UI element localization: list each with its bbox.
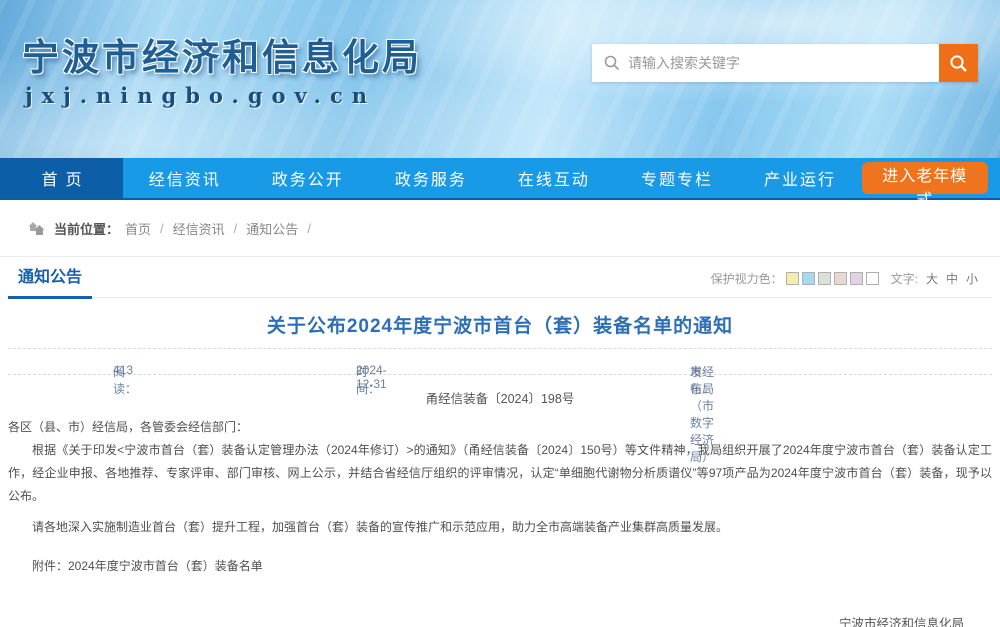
section-tabbar: 通知公告 保护视力色： 文字: 大 中 小 xyxy=(8,257,992,298)
eye-color-swatch-white[interactable] xyxy=(866,272,879,285)
view-tools: 保护视力色： 文字: 大 中 小 xyxy=(711,270,992,297)
font-size-label: 文字: xyxy=(891,270,918,287)
font-size-large[interactable]: 大 xyxy=(926,270,938,287)
paragraph-1: 根据《关于印发<宁波市首台（套）装备认定管理办法（2024年修订）>的通知》（甬… xyxy=(8,439,992,508)
salutation: 各区（县、市）经信局，各管委会经信部门： xyxy=(8,416,992,439)
article: 关于公布2024年度宁波市首台（套）装备名单的通知 阅读：413 时间：2024… xyxy=(0,311,1000,627)
meta-time-value: 2024-12-31 xyxy=(356,363,387,391)
nav-item-online-interaction[interactable]: 在线互动 xyxy=(492,158,615,198)
article-title: 关于公布2024年度宁波市首台（套）装备名单的通知 xyxy=(8,311,992,338)
elder-mode-button[interactable]: 进入老年模式 xyxy=(862,162,988,194)
nav-item-jingxin-news[interactable]: 经信资讯 xyxy=(123,158,246,198)
site-header: 宁波市经济和信息化局 jxj.ningbo.gov.cn xyxy=(0,0,1000,158)
meta-publisher-value: 市经信局（市数字经济局） xyxy=(690,363,714,465)
location-home-icon xyxy=(28,221,45,236)
search-icon xyxy=(604,55,620,71)
eye-color-swatch-yellow[interactable] xyxy=(786,272,799,285)
breadcrumb-separator: / xyxy=(234,221,238,236)
meta-read-value: 413 xyxy=(113,363,133,377)
signature-org: 宁波市经济和信息化局 xyxy=(8,612,964,627)
search-input-wrap xyxy=(592,44,939,82)
breadcrumb-separator: / xyxy=(160,221,164,236)
breadcrumb-home[interactable]: 首页 xyxy=(125,219,151,238)
search-button-icon xyxy=(949,54,968,73)
font-size-medium[interactable]: 中 xyxy=(946,270,958,287)
paragraph-2: 请各地深入实施制造业首台（套）提升工程，加强首台（套）装备的宣传推广和示范应用，… xyxy=(8,516,992,539)
article-meta-row: 阅读：413 时间：2024-12-31 发布：市经信局（市数字经济局） xyxy=(8,348,992,375)
eye-protect-label: 保护视力色： xyxy=(711,270,783,287)
article-body: 各区（县、市）经信局，各管委会经信部门： 根据《关于印发<宁波市首台（套）装备认… xyxy=(8,416,992,539)
site-title: 宁波市经济和信息化局 xyxy=(22,27,422,81)
signature-block: 宁波市经济和信息化局 2024年12月31日 xyxy=(8,612,992,627)
eye-color-swatch-purple[interactable] xyxy=(850,272,863,285)
nav-item-gov-services[interactable]: 政务服务 xyxy=(369,158,492,198)
search-button[interactable] xyxy=(939,44,978,82)
search-input[interactable] xyxy=(592,44,939,82)
eye-color-swatch-blue[interactable] xyxy=(802,272,815,285)
nav-item-gov-affairs-open[interactable]: 政务公开 xyxy=(246,158,369,198)
nav-item-special-topics[interactable]: 专题专栏 xyxy=(615,158,738,198)
main-nav: 首页 经信资讯 政务公开 政务服务 在线互动 专题专栏 产业运行 进入老年模式 xyxy=(0,158,1000,200)
breadcrumb-notice[interactable]: 通知公告 xyxy=(246,219,298,238)
doc-number: 甬经信装备〔2024〕198号 xyxy=(8,388,992,407)
search-bar xyxy=(592,44,978,82)
eye-color-swatch-gray[interactable] xyxy=(818,272,831,285)
font-size-small[interactable]: 小 xyxy=(966,270,978,287)
attachment-link[interactable]: 附件：2024年度宁波市首台（套）装备名单 xyxy=(8,557,992,574)
breadcrumb: 当前位置： 首页 / 经信资讯 / 通知公告 / xyxy=(0,200,1000,257)
page: 宁波市经济和信息化局 jxj.ningbo.gov.cn 首页 经信资讯 政务公… xyxy=(0,0,1000,627)
nav-item-home[interactable]: 首页 xyxy=(0,158,123,198)
nav-item-industry-operation[interactable]: 产业运行 xyxy=(739,158,862,198)
breadcrumb-jingxin-news[interactable]: 经信资讯 xyxy=(173,219,225,238)
breadcrumb-separator: / xyxy=(307,221,311,236)
breadcrumb-prefix: 当前位置： xyxy=(54,219,119,238)
eye-color-swatch-pink[interactable] xyxy=(834,272,847,285)
site-url: jxj.ningbo.gov.cn xyxy=(25,83,376,108)
tab-notice-announcement[interactable]: 通知公告 xyxy=(8,255,92,299)
